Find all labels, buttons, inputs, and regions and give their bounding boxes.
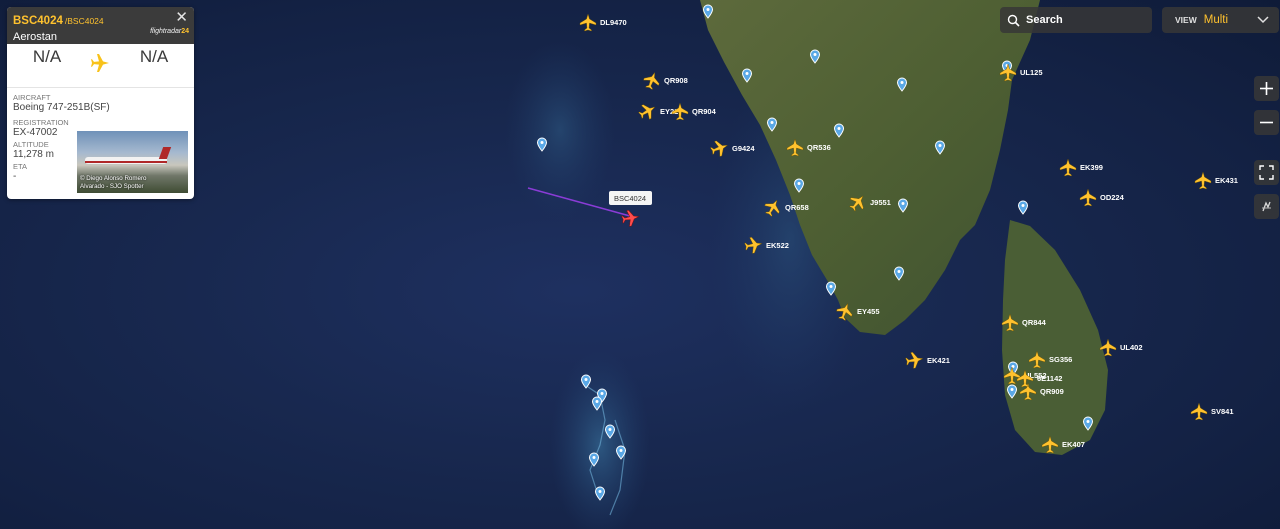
aircraft-callsign-label: UL125 [1020, 68, 1043, 77]
aircraft-callsign-label: UL402 [1120, 343, 1143, 352]
aircraft-label: AIRCRAFT [13, 93, 51, 102]
flight-callsign-secondary: /BSC4024 [64, 16, 104, 26]
airplane-icon[interactable] [1190, 402, 1208, 421]
airplane-icon[interactable] [1079, 188, 1097, 207]
photo-credit: © Diego Alonso Romero Alvarado - SJO Spot… [80, 175, 147, 190]
search-label: Search [1026, 14, 1063, 26]
aircraft-callsign-label: EK431 [1215, 176, 1238, 185]
search-icon [1007, 14, 1020, 27]
aircraft-marker[interactable]: EK421 [905, 351, 950, 370]
flight-info-panel[interactable]: BSC4024/BSC4024 Aerostan ✕ flightradar24… [7, 7, 194, 199]
airplane-icon[interactable] [636, 100, 659, 122]
aircraft-callsign-label: EK522 [766, 241, 789, 250]
aircraft-callsign-label: EY455 [857, 307, 880, 316]
aircraft-callsign-label: G9424 [732, 144, 755, 153]
search-button[interactable]: Search [1000, 7, 1152, 33]
airplane-icon[interactable] [905, 351, 925, 370]
view-value: Multi [1203, 14, 1229, 26]
aircraft-callsign-label: EK399 [1080, 163, 1103, 172]
registration-label: REGISTRATION [13, 118, 69, 127]
airplane-icon[interactable] [579, 13, 597, 32]
flightradar-logo: flightradar24 [150, 28, 189, 35]
zoom-in-button[interactable] [1254, 76, 1279, 101]
airplane-icon[interactable] [671, 102, 689, 121]
aircraft-type: Boeing 747-251B(SF) [13, 102, 110, 113]
aircraft-callsign-label: QR844 [1022, 318, 1047, 327]
aircraft-callsign-label: DL9470 [600, 18, 627, 27]
aircraft-marker[interactable]: SV841 [1190, 402, 1234, 421]
close-icon[interactable]: ✕ [175, 9, 188, 27]
aircraft-marker[interactable]: OD224 [1079, 188, 1125, 207]
selected-flight-label: BSC4024 [614, 194, 646, 203]
weather-button[interactable] [1254, 194, 1279, 219]
view-selector[interactable]: VIEW Multi [1162, 7, 1279, 33]
airplane-icon[interactable] [1059, 158, 1077, 177]
aircraft-callsign-label: J9551 [870, 198, 891, 207]
view-label: VIEW [1175, 15, 1197, 25]
selected-aircraft-icon[interactable] [621, 209, 641, 228]
aircraft-callsign-label: QR908 [664, 76, 688, 85]
airplane-icon [87, 50, 113, 76]
lakshadweep-shelf [505, 40, 615, 220]
aircraft-marker[interactable]: EK399 [1059, 158, 1103, 177]
aircraft-callsign-label: QR909 [1040, 387, 1064, 396]
aircraft-marker[interactable]: EK431 [1194, 171, 1238, 190]
aircraft-callsign-label: QR904 [692, 107, 717, 116]
maldives-shelf [550, 350, 650, 529]
airplane-icon[interactable] [641, 70, 662, 91]
aircraft-callsign-label: 6E1142 [1037, 374, 1062, 383]
aircraft-callsign-label: QR536 [807, 143, 831, 152]
aircraft-callsign-label: QR658 [785, 203, 809, 212]
aircraft-callsign-label: SG356 [1049, 355, 1072, 364]
aircraft-photo[interactable]: © Diego Alonso Romero Alvarado - SJO Spot… [77, 131, 188, 193]
aircraft-marker[interactable]: UL402 [1099, 338, 1143, 357]
destination-airport: N/A [139, 47, 169, 66]
aircraft-marker[interactable]: DL9470 [579, 13, 627, 32]
chevron-down-icon [1257, 16, 1269, 24]
route-section: N/A N/A [7, 44, 194, 88]
aircraft-marker[interactable]: QR904 [671, 102, 717, 121]
zoom-in-icon [1260, 82, 1273, 95]
aircraft-callsign-label: OD224 [1100, 193, 1125, 202]
fullscreen-button[interactable] [1254, 160, 1279, 185]
zoom-out-button[interactable] [1254, 110, 1279, 135]
location-pin-icon[interactable] [1017, 200, 1029, 215]
aircraft-callsign-label: EK421 [927, 356, 950, 365]
weather-icon [1262, 201, 1271, 212]
flight-panel-header: BSC4024/BSC4024 Aerostan ✕ flightradar24 [7, 7, 194, 44]
aircraft-callsign-label: EK407 [1062, 440, 1085, 449]
zoom-out-icon [1260, 121, 1273, 124]
airplane-icon[interactable] [1194, 171, 1212, 190]
selected-flight-tag[interactable]: BSC4024 [609, 191, 652, 205]
aircraft-callsign-label: SV841 [1211, 407, 1234, 416]
aircraft-marker[interactable]: QR908 [641, 70, 688, 91]
flight-callsign: BSC4024 [13, 15, 63, 27]
fullscreen-icon [1259, 165, 1274, 180]
origin-airport: N/A [32, 47, 62, 66]
